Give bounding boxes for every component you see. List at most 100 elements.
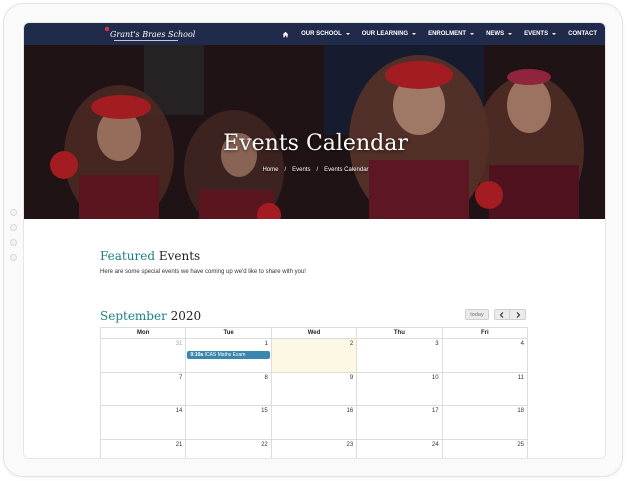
caret-down-icon (552, 33, 557, 35)
calendar-month-title: September 2020 (100, 309, 201, 323)
nav-item-our-school[interactable]: OUR SCHOOL (301, 31, 350, 37)
nav-item-label: ENROLMENT (428, 31, 467, 37)
calendar-day-cell[interactable]: 7 (99, 371, 187, 406)
calendar-week-row: 7 8 9 10 11 (99, 371, 529, 406)
nav-item-label: CONTACT (568, 31, 597, 37)
breadcrumb-separator: / (284, 167, 287, 173)
calendar-day-cell[interactable]: 14 (99, 405, 187, 440)
nav-item-news[interactable]: NEWS (486, 31, 513, 37)
breadcrumb-events-link[interactable]: Events (292, 167, 310, 173)
breadcrumb: Home / Events / Events Calendar (24, 167, 605, 173)
calendar-day-cell[interactable]: 23 (270, 438, 358, 458)
calendar-event[interactable]: 9:10a ICAS Maths Exam (187, 351, 270, 359)
calendar-week-row: 31 1 9:10a ICAS Maths Exam 2 3 4 (99, 338, 529, 373)
day-number: 16 (346, 408, 354, 414)
day-number: 23 (346, 441, 354, 448)
side-dot (10, 224, 17, 231)
calendar-day-cell[interactable]: 1 9:10a ICAS Maths Exam (185, 338, 272, 373)
nav-item-label: EVENTS (524, 31, 549, 37)
calendar-day-cell[interactable]: 24 (356, 438, 443, 458)
weekday-header: Mon (99, 327, 187, 339)
day-number: 10 (431, 374, 439, 381)
nav-item-our-learning[interactable]: OUR LEARNING (361, 31, 417, 37)
today-button[interactable]: today (465, 309, 489, 320)
calendar-week-row: 21 22 23 24 25 (99, 438, 529, 458)
event-title: ICAS Maths Exam (204, 352, 246, 358)
side-dot (10, 239, 17, 246)
calendar-day-cell[interactable]: 21 (99, 438, 187, 458)
calendar-day-cell[interactable]: 16 (270, 405, 358, 440)
weekday-header: Tue (185, 327, 272, 339)
day-number: 31 (175, 341, 183, 347)
chevron-right-icon (516, 311, 520, 318)
day-number: 3 (435, 341, 439, 347)
featured-heading-accent: Featured (100, 249, 155, 263)
calendar-day-cell[interactable]: 11 (441, 371, 529, 406)
day-number: 24 (431, 441, 439, 448)
day-number: 22 (261, 441, 268, 448)
calendar-day-cell[interactable]: 18 (441, 405, 529, 440)
breadcrumb-current: Events Calendar (324, 167, 369, 173)
calendar-day-cell[interactable]: 9 (270, 371, 358, 406)
calendar-day-cell[interactable]: 22 (185, 438, 272, 458)
day-number: 17 (431, 408, 439, 414)
logo-text: Grant's Braes School (110, 30, 196, 39)
caret-down-icon (345, 33, 350, 35)
top-navbar: Grant's Braes School OUR SCHOOL OUR LEARN… (24, 23, 605, 45)
day-number: 18 (517, 408, 524, 414)
day-number: 1 (264, 341, 268, 347)
main-nav: OUR SCHOOL OUR LEARNING ENROLMENT NEWS EVENT… (282, 23, 597, 45)
day-number: 14 (175, 408, 183, 414)
nav-item-events[interactable]: EVENTS (524, 31, 557, 37)
calendar-day-cell[interactable]: 15 (185, 405, 272, 440)
day-number: 15 (261, 408, 268, 414)
logo-underline (114, 40, 178, 41)
hero-banner: Events Calendar Home / Events / Events Calen… (24, 45, 605, 219)
featured-events-heading: Featured Events (100, 249, 200, 263)
nav-item-contact[interactable]: CONTACT (568, 31, 597, 37)
event-time: 9:10a (190, 352, 204, 358)
calendar-day-cell[interactable]: 17 (356, 405, 443, 440)
weekday-header: Wed (270, 327, 358, 339)
calendar-day-cell[interactable]: 8 (185, 371, 272, 406)
day-number: 7 (179, 374, 183, 381)
next-month-button[interactable] (510, 309, 526, 320)
breadcrumb-separator: / (316, 167, 319, 173)
calendar-day-cell[interactable]: 3 (356, 338, 443, 373)
nav-item-label: OUR LEARNING (361, 31, 409, 37)
side-dot (10, 254, 17, 261)
calendar-day-cell[interactable]: 25 (441, 438, 529, 458)
calendar-day-cell[interactable]: 10 (356, 371, 443, 406)
weekday-header-row: Mon Tue Wed Thu Fri (99, 327, 529, 339)
day-number: 2 (349, 341, 354, 347)
calendar-day-cell[interactable]: 2 (270, 338, 358, 373)
device-side-dots (10, 209, 17, 269)
weekday-header: Fri (441, 327, 529, 339)
featured-intro-text: Here are some special events we have com… (100, 269, 306, 275)
calendar-month: September (100, 309, 167, 323)
page-title: Events Calendar (223, 131, 408, 156)
calendar-day-cell[interactable]: 4 (441, 338, 529, 373)
nav-item-label: NEWS (486, 31, 505, 37)
month-calendar-grid: Mon Tue Wed Thu Fri 31 1 9:10a ICAS Maths Exam… (99, 327, 529, 458)
weekday-header: Thu (356, 327, 443, 339)
home-icon[interactable] (282, 31, 289, 38)
day-number: 11 (517, 374, 524, 381)
calendar-day-cell[interactable]: 31 (99, 338, 187, 373)
day-number: 4 (520, 341, 524, 347)
nav-item-enrolment[interactable]: ENROLMENT (428, 31, 475, 37)
breadcrumb-home-link[interactable]: Home (262, 167, 278, 173)
featured-heading-rest: Events (158, 249, 201, 263)
day-number: 25 (517, 441, 524, 448)
browser-screen: Grant's Braes School OUR SCHOOL OUR LEARN… (23, 22, 606, 459)
side-dot (10, 209, 17, 216)
calendar-year: 2020 (170, 309, 202, 323)
caret-down-icon (470, 33, 475, 35)
day-number: 8 (264, 374, 268, 381)
chevron-left-icon (499, 311, 504, 318)
caret-down-icon (412, 33, 417, 35)
prev-month-button[interactable] (494, 309, 510, 320)
nav-item-label: OUR SCHOOL (301, 31, 342, 37)
calendar-week-row: 14 15 16 17 18 (99, 405, 529, 440)
day-number: 9 (349, 374, 354, 381)
